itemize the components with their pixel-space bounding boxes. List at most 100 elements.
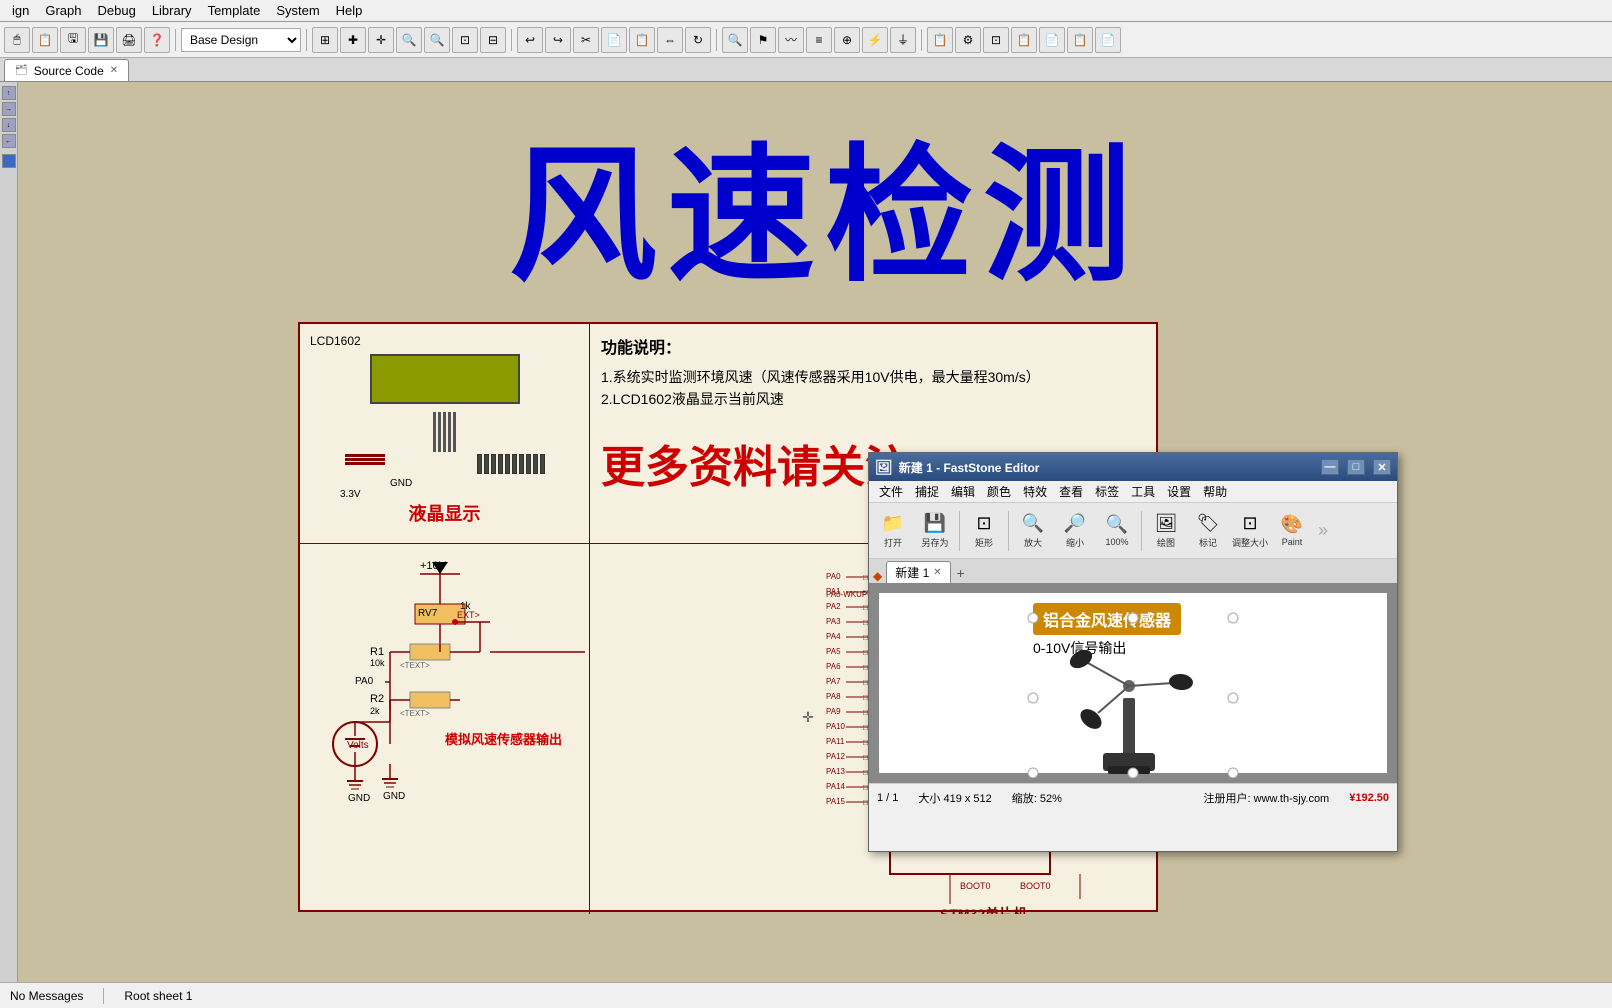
toolbar-btn-print[interactable]: 🖨 — [116, 27, 142, 53]
fs-saveas-icon: 💾 — [924, 513, 946, 534]
toolbar-extra-1[interactable]: 📋 — [927, 27, 953, 53]
fs-btn-open[interactable]: 📁 打开 — [873, 507, 913, 555]
toolbar-zoom-out[interactable]: 🔍 — [424, 27, 450, 53]
toolbar-btn-1[interactable]: 🖱 — [4, 27, 30, 53]
fs-btn-rect[interactable]: ⊡ 矩形 — [964, 507, 1004, 555]
svg-text:PA6: PA6 — [826, 662, 841, 671]
main-area: ↑ → ↓ ← 风速检测 LCD1602 — [0, 82, 1612, 982]
fs-menu-tools[interactable]: 工具 — [1125, 481, 1161, 502]
toolbar-move[interactable]: ✛ — [368, 27, 394, 53]
sidebar-tool-2[interactable]: → — [2, 102, 16, 116]
tab-label: Source Code — [34, 64, 104, 78]
fs-btn-resize[interactable]: ⊡ 调整大小 — [1230, 507, 1270, 555]
toolbar-redo[interactable]: ↪ — [545, 27, 571, 53]
fs-close-btn[interactable]: ✕ — [1373, 459, 1391, 475]
svg-text:PA7: PA7 — [826, 677, 841, 686]
toolbar-mirror[interactable]: ⇔ — [657, 27, 683, 53]
fs-btn-tag[interactable]: 🏷 标记 — [1188, 507, 1228, 555]
toolbar-btn-4[interactable]: 💾 — [88, 27, 114, 53]
fs-maximize-btn[interactable]: □ — [1347, 459, 1365, 475]
fs-menu-settings[interactable]: 设置 — [1161, 481, 1197, 502]
fs-open-icon: 📁 — [882, 513, 904, 534]
fs-menu-tags[interactable]: 标签 — [1089, 481, 1125, 502]
menu-template[interactable]: Template — [200, 1, 269, 20]
fs-menu-edit[interactable]: 编辑 — [945, 481, 981, 502]
menu-ign[interactable]: ign — [4, 1, 37, 20]
design-select[interactable]: Base Design — [181, 28, 301, 52]
toolbar-bus[interactable]: ≡ — [806, 27, 832, 53]
fs-statusbar: 1 / 1 大小 419 x 512 缩放: 52% 注册用户: www.th-… — [869, 783, 1397, 811]
toolbar-btn-help[interactable]: ❓ — [144, 27, 170, 53]
svg-text:PA10: PA10 — [826, 722, 846, 731]
canvas-area[interactable]: 风速检测 LCD1602 — [18, 82, 1612, 982]
fs-menu-view[interactable]: 查看 — [1053, 481, 1089, 502]
toolbar-paste[interactable]: 📋 — [629, 27, 655, 53]
fs-menu-color[interactable]: 颜色 — [981, 481, 1017, 502]
fs-paint-label: Paint — [1282, 537, 1303, 547]
fs-tab-close-btn[interactable]: ✕ — [933, 567, 941, 578]
tab-bar: 🗂 Source Code ✕ — [0, 58, 1612, 82]
toolbar-zoom-fit[interactable]: ⊡ — [452, 27, 478, 53]
fs-resize-icon: ⊡ — [1242, 513, 1257, 534]
toolbar-zoom-m[interactable]: 🔍 — [722, 27, 748, 53]
fs-size-info: 大小 419 x 512 — [918, 790, 991, 806]
toolbar-extra-7[interactable]: 📄 — [1095, 27, 1121, 53]
fs-image-canvas[interactable]: 铝合金风速传感器 0-10V信号输出 — [869, 583, 1397, 783]
menu-library[interactable]: Library — [144, 1, 200, 20]
toolbar-grid[interactable]: ⊞ — [312, 27, 338, 53]
toolbar-extra-2[interactable]: ⚙ — [955, 27, 981, 53]
toolbar-zoom-in[interactable]: 🔍 — [396, 27, 422, 53]
toolbar-zoom-area[interactable]: ⊟ — [480, 27, 506, 53]
fs-tab-add-btn[interactable]: + — [951, 563, 971, 583]
tab-close-btn[interactable]: ✕ — [110, 65, 118, 76]
sidebar-tool-active[interactable] — [2, 154, 16, 168]
toolbar-undo[interactable]: ↩ — [517, 27, 543, 53]
menu-help[interactable]: Help — [328, 1, 371, 20]
toolbar-rotate[interactable]: ↻ — [685, 27, 711, 53]
svg-text:R1: R1 — [370, 646, 384, 658]
toolbar-copy[interactable]: 📄 — [601, 27, 627, 53]
fs-btn-zoom100[interactable]: 🔍 100% — [1097, 507, 1137, 555]
menu-graph[interactable]: Graph — [37, 1, 89, 20]
sidebar-tool-4[interactable]: ← — [2, 134, 16, 148]
fs-tab-bullet: ◆ — [873, 569, 882, 583]
toolbar-cut[interactable]: ✂ — [573, 27, 599, 53]
fs-menu-file[interactable]: 文件 — [873, 481, 909, 502]
fs-tb-sep-1 — [959, 511, 960, 551]
sidebar-tool-1[interactable]: ↑ — [2, 86, 16, 100]
toolbar-extra-4[interactable]: 📋 — [1011, 27, 1037, 53]
tab-source-code[interactable]: 🗂 Source Code ✕ — [4, 59, 129, 81]
separator-5 — [921, 29, 922, 51]
toolbar-btn-2[interactable]: 📋 — [32, 27, 58, 53]
fs-btn-draw[interactable]: 🖼 绘图 — [1146, 507, 1186, 555]
toolbar-flag[interactable]: ⚑ — [750, 27, 776, 53]
fs-btn-paint[interactable]: 🎨 Paint — [1272, 507, 1312, 555]
fs-menu-capture[interactable]: 捕捉 — [909, 481, 945, 502]
fs-btn-zoomin[interactable]: 🔍 放大 — [1013, 507, 1053, 555]
sidebar-tool-3[interactable]: ↓ — [2, 118, 16, 132]
fs-menu-help[interactable]: 帮助 — [1197, 481, 1233, 502]
fs-menu-effects[interactable]: 特效 — [1017, 481, 1053, 502]
toolbar-net[interactable]: ⊕ — [834, 27, 860, 53]
toolbar-extra-6[interactable]: 📋 — [1067, 27, 1093, 53]
lcd-area-label: 液晶显示 — [310, 500, 579, 526]
main-title: 风速检测 — [509, 95, 1141, 310]
toolbar-add[interactable]: ✚ — [340, 27, 366, 53]
svg-text:GND: GND — [383, 791, 405, 802]
fs-minimize-btn[interactable]: — — [1321, 459, 1339, 475]
toolbar-btn-3[interactable]: 🖫 — [60, 27, 86, 53]
fs-tab-new1[interactable]: 新建 1 ✕ — [886, 561, 950, 583]
toolbar-power[interactable]: ⚡ — [862, 27, 888, 53]
menu-debug[interactable]: Debug — [90, 1, 144, 20]
info-title: 功能说明： — [601, 334, 1141, 358]
toolbar-extra-3[interactable]: ⊡ — [983, 27, 1009, 53]
toolbar-extra-5[interactable]: 📄 — [1039, 27, 1065, 53]
toolbar-gnd[interactable]: ⏚ — [890, 27, 916, 53]
fs-page-info: 1 / 1 — [877, 792, 898, 804]
toolbar-wire[interactable]: 〰 — [778, 27, 804, 53]
fs-btn-saveas[interactable]: 💾 另存为 — [915, 507, 955, 555]
menu-system[interactable]: System — [268, 1, 327, 20]
lcd-3v3-label: 3.3V — [340, 489, 579, 500]
fs-btn-zoomout[interactable]: 🔎 缩小 — [1055, 507, 1095, 555]
fs-paint-icon: 🎨 — [1281, 514, 1303, 535]
